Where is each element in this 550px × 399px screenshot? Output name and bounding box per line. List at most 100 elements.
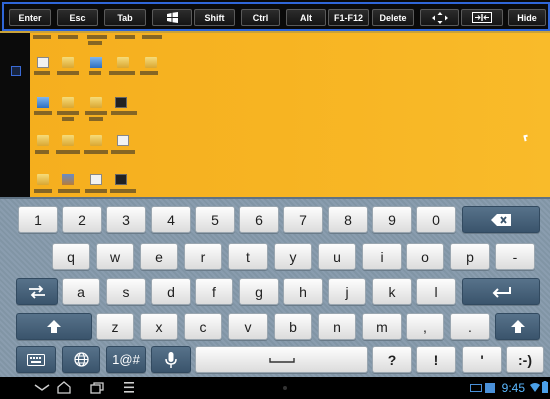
- backspace-key[interactable]: [462, 206, 540, 233]
- desktop-folder-icon[interactable]: [90, 97, 102, 108]
- desktop-icon-label: [111, 150, 135, 154]
- desktop-folder-icon[interactable]: [37, 135, 49, 146]
- desktop-image-icon[interactable]: [62, 174, 74, 185]
- key-6[interactable]: 6: [239, 206, 279, 233]
- keyboard-settings-icon: [27, 353, 45, 366]
- exclamation-key[interactable]: !: [416, 346, 456, 373]
- keyboard-notification-icon: [470, 384, 482, 392]
- key-comma[interactable]: ,: [406, 313, 444, 340]
- f1-f12-key-button[interactable]: F1-F12: [328, 9, 369, 26]
- key-2[interactable]: 2: [62, 206, 102, 233]
- windows-icon: [166, 12, 178, 23]
- desktop-icon-label: [58, 35, 78, 39]
- smiley-key[interactable]: :-): [506, 346, 544, 373]
- key-o[interactable]: o: [406, 243, 444, 270]
- key-5[interactable]: 5: [195, 206, 235, 233]
- key-0[interactable]: 0: [416, 206, 456, 233]
- key-x[interactable]: x: [140, 313, 178, 340]
- desktop-app-icon[interactable]: [115, 97, 127, 108]
- desktop-folder-icon[interactable]: [62, 57, 74, 68]
- switch-input-key[interactable]: [16, 278, 58, 305]
- desktop-folder-icon[interactable]: [117, 57, 129, 68]
- key-f[interactable]: f: [195, 278, 233, 305]
- tab-key-button[interactable]: Tab: [104, 9, 146, 26]
- key-7[interactable]: 7: [283, 206, 323, 233]
- desktop-app-icon[interactable]: [115, 174, 127, 185]
- key-y[interactable]: y: [274, 243, 312, 270]
- arrow-keys-button[interactable]: [420, 9, 459, 26]
- desktop-document-icon[interactable]: [117, 135, 129, 146]
- desktop-document-icon[interactable]: [90, 174, 102, 185]
- desktop-folder-icon[interactable]: [62, 97, 74, 108]
- key-1[interactable]: 1: [18, 206, 58, 233]
- voice-input-key[interactable]: [151, 346, 191, 373]
- enter-key-button[interactable]: Enter: [9, 9, 51, 26]
- desktop-document-icon[interactable]: [37, 57, 49, 68]
- key-hyphen[interactable]: -: [495, 243, 535, 270]
- key-k[interactable]: k: [372, 278, 412, 305]
- key-p[interactable]: p: [450, 243, 490, 270]
- key-j[interactable]: j: [328, 278, 366, 305]
- key-w[interactable]: w: [96, 243, 134, 270]
- delete-key-button[interactable]: Delete: [372, 9, 414, 26]
- shift-icon: [47, 320, 61, 333]
- desktop-icon-label: [89, 71, 101, 75]
- key-9[interactable]: 9: [372, 206, 412, 233]
- remote-key-toolbar: Enter Esc Tab Shift Ctrl Alt F1-F12 Dele…: [0, 0, 550, 33]
- shift-key-right[interactable]: [495, 313, 540, 340]
- desktop-folder-icon[interactable]: [90, 135, 102, 146]
- recent-apps-icon[interactable]: [90, 382, 104, 394]
- key-g[interactable]: g: [239, 278, 279, 305]
- key-h[interactable]: h: [283, 278, 323, 305]
- desktop-app-icon[interactable]: [90, 57, 102, 68]
- menu-icon[interactable]: [124, 382, 134, 393]
- key-c[interactable]: c: [184, 313, 222, 340]
- esc-key-button[interactable]: Esc: [57, 9, 98, 26]
- key-d[interactable]: d: [151, 278, 191, 305]
- windows-key-button[interactable]: [152, 9, 192, 26]
- key-8[interactable]: 8: [328, 206, 368, 233]
- key-l[interactable]: l: [416, 278, 456, 305]
- language-key[interactable]: [62, 346, 100, 373]
- desktop-icon-label: [142, 35, 162, 39]
- key-4[interactable]: 4: [151, 206, 191, 233]
- key-e[interactable]: e: [140, 243, 178, 270]
- key-v[interactable]: v: [228, 313, 268, 340]
- hide-keyboard-icon[interactable]: [34, 384, 50, 392]
- home-icon[interactable]: [57, 381, 71, 394]
- key-period[interactable]: .: [450, 313, 490, 340]
- desktop-icon-label: [87, 35, 107, 39]
- key-r[interactable]: r: [184, 243, 222, 270]
- symbols-key[interactable]: 1@#: [106, 346, 146, 373]
- apostrophe-key[interactable]: ': [462, 346, 502, 373]
- enter-key[interactable]: [462, 278, 540, 305]
- desktop-folder-icon[interactable]: [145, 57, 157, 68]
- key-i[interactable]: i: [362, 243, 402, 270]
- desktop-folder-icon[interactable]: [62, 135, 74, 146]
- fit-screen-button[interactable]: [461, 9, 503, 26]
- system-navigation-bar: 9:45: [0, 377, 550, 399]
- battery-icon: [542, 381, 548, 393]
- space-key[interactable]: [195, 346, 368, 373]
- desktop-folder-icon[interactable]: [37, 174, 49, 185]
- remote-desktop-view[interactable]: [0, 33, 550, 197]
- key-3[interactable]: 3: [106, 206, 146, 233]
- key-q[interactable]: q: [52, 243, 90, 270]
- desktop-app-icon[interactable]: [37, 97, 49, 108]
- ctrl-key-button[interactable]: Ctrl: [241, 9, 280, 26]
- key-u[interactable]: u: [318, 243, 356, 270]
- key-a[interactable]: a: [62, 278, 100, 305]
- shift-key-button[interactable]: Shift: [194, 9, 235, 26]
- key-t[interactable]: t: [228, 243, 268, 270]
- key-b[interactable]: b: [274, 313, 312, 340]
- key-s[interactable]: s: [106, 278, 146, 305]
- hide-toolbar-button[interactable]: Hide: [508, 9, 546, 26]
- key-m[interactable]: m: [362, 313, 402, 340]
- key-n[interactable]: n: [318, 313, 356, 340]
- shift-key-left[interactable]: [16, 313, 92, 340]
- keyboard-settings-key[interactable]: [16, 346, 56, 373]
- question-key[interactable]: ?: [372, 346, 412, 373]
- key-z[interactable]: z: [96, 313, 134, 340]
- alt-key-button[interactable]: Alt: [286, 9, 326, 26]
- switch-input-icon: [29, 284, 45, 299]
